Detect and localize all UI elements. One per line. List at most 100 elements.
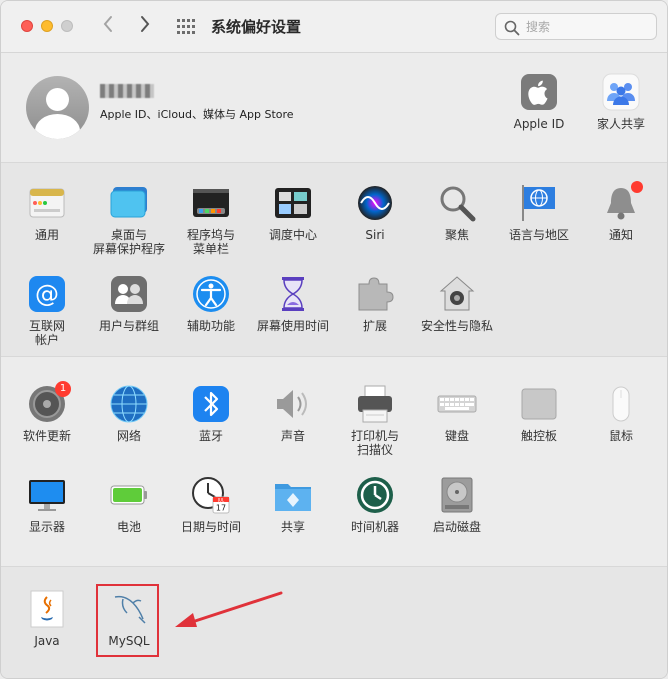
pref-label: Siri xyxy=(365,228,385,242)
chevron-right-icon xyxy=(141,16,150,32)
pref-mouse[interactable]: 鼠标 xyxy=(580,384,662,443)
battery-icon xyxy=(109,475,149,515)
date-time-icon: JUL 17 xyxy=(191,475,231,515)
pref-security-privacy[interactable]: 安全性与隐私 xyxy=(416,274,498,333)
pref-label: 声音 xyxy=(280,429,305,443)
pref-battery[interactable]: 电池 xyxy=(88,475,170,534)
notifications-icon xyxy=(601,181,643,223)
security-privacy-icon xyxy=(437,274,477,314)
network-icon xyxy=(109,384,149,424)
pref-keyboard[interactable]: 键盘 xyxy=(416,384,498,443)
pref-internet-accounts[interactable]: @ 互联网 帐户 xyxy=(6,274,88,347)
keyboard-icon xyxy=(437,384,477,424)
mission-control-icon xyxy=(273,183,313,223)
dock-menubar-icon xyxy=(191,183,231,223)
printers-scanners-icon xyxy=(355,384,395,424)
pref-label: 调度中心 xyxy=(268,228,317,242)
pref-dock-menubar[interactable]: 程序坞与 菜单栏 xyxy=(170,183,252,256)
pref-label: 触控板 xyxy=(520,429,557,443)
pref-sound[interactable]: 声音 xyxy=(252,384,334,443)
pref-label: 日期与时间 xyxy=(180,520,241,534)
pref-network[interactable]: 网络 xyxy=(88,384,170,443)
screen-time-icon xyxy=(273,274,313,314)
pref-label: 屏幕使用时间 xyxy=(256,319,329,333)
pref-apple-id[interactable]: Apple ID xyxy=(498,72,580,131)
displays-icon xyxy=(27,475,67,515)
search-field[interactable] xyxy=(495,13,657,40)
pref-displays[interactable]: 显示器 xyxy=(6,475,88,534)
pref-label: 启动磁盘 xyxy=(432,520,481,534)
mysql-highlight-box xyxy=(96,584,159,657)
pref-extensions[interactable]: 扩展 xyxy=(334,274,416,333)
annotation-arrow-icon xyxy=(175,591,283,627)
pref-label: 共享 xyxy=(280,520,305,534)
close-window-button[interactable] xyxy=(21,20,33,32)
pref-label: 网络 xyxy=(116,429,141,443)
pref-screen-time[interactable]: 屏幕使用时间 xyxy=(252,274,334,333)
pref-general[interactable]: 通用 xyxy=(6,183,88,242)
show-all-grid-button[interactable] xyxy=(177,19,195,35)
account-subtitle: Apple ID、iCloud、媒体与 App Store xyxy=(100,108,294,121)
pref-users-groups[interactable]: 用户与群组 xyxy=(88,274,170,333)
pref-label: 时间机器 xyxy=(350,520,399,534)
system-preferences-window: 系统偏好设置 Apple ID、iCloud、媒体与 App Store App… xyxy=(0,0,668,679)
back-button[interactable] xyxy=(97,15,119,39)
pref-label: 辅助功能 xyxy=(186,319,235,333)
pref-label: 程序坞与 菜单栏 xyxy=(186,228,235,256)
pref-label: 软件更新 xyxy=(22,429,71,443)
pref-label: 通知 xyxy=(608,228,633,242)
pref-label: 蓝牙 xyxy=(198,429,223,443)
time-machine-icon xyxy=(355,475,395,515)
pref-date-time[interactable]: JUL 17 日期与时间 xyxy=(170,475,252,534)
extensions-icon xyxy=(355,274,395,314)
titlebar: 系统偏好设置 xyxy=(1,1,667,53)
accessibility-icon xyxy=(191,274,231,314)
pref-label: 用户与群组 xyxy=(98,319,159,333)
sharing-icon xyxy=(273,475,313,515)
pref-startup-disk[interactable]: 启动磁盘 xyxy=(416,475,498,534)
apple-id-icon xyxy=(519,72,559,112)
bluetooth-icon xyxy=(191,384,231,424)
pref-family-sharing[interactable]: 家人共享 xyxy=(580,72,662,131)
search-icon xyxy=(504,20,520,36)
account-section: Apple ID、iCloud、媒体与 App Store Apple ID 家… xyxy=(1,54,667,163)
pref-label: Apple ID xyxy=(513,117,565,131)
java-icon xyxy=(27,589,67,629)
pref-label: 互联网 帐户 xyxy=(28,319,65,347)
pref-printers-scanners[interactable]: 打印机与 扫描仪 xyxy=(334,384,416,457)
search-input[interactable] xyxy=(526,18,646,36)
users-groups-icon xyxy=(109,274,149,314)
zoom-window-button[interactable] xyxy=(61,20,73,32)
pref-label: 安全性与隐私 xyxy=(420,319,493,333)
pref-software-update[interactable]: 1 软件更新 xyxy=(6,381,88,443)
pref-accessibility[interactable]: 辅助功能 xyxy=(170,274,252,333)
pref-label: Java xyxy=(34,634,60,648)
sound-icon xyxy=(273,384,313,424)
pref-label: 键盘 xyxy=(444,429,469,443)
pref-java[interactable]: Java xyxy=(6,589,88,648)
pref-spotlight[interactable]: 聚焦 xyxy=(416,183,498,242)
pref-time-machine[interactable]: 时间机器 xyxy=(334,475,416,534)
pref-notifications[interactable]: 通知 xyxy=(580,181,662,242)
pref-bluetooth[interactable]: 蓝牙 xyxy=(170,384,252,443)
mouse-icon xyxy=(601,384,641,424)
internet-accounts-icon: @ xyxy=(27,274,67,314)
update-count-badge: 1 xyxy=(55,381,71,397)
avatar[interactable] xyxy=(26,76,89,139)
forward-button[interactable] xyxy=(134,15,156,39)
pref-trackpad[interactable]: 触控板 xyxy=(498,384,580,443)
pref-language-region[interactable]: 语言与地区 xyxy=(498,183,580,242)
svg-text:@: @ xyxy=(35,280,59,308)
pref-sharing[interactable]: 共享 xyxy=(252,475,334,534)
startup-disk-icon xyxy=(437,475,477,515)
trackpad-icon xyxy=(519,384,559,424)
pref-label: 鼠标 xyxy=(608,429,633,443)
pref-mission-control[interactable]: 调度中心 xyxy=(252,183,334,242)
window-title: 系统偏好设置 xyxy=(211,18,302,36)
minimize-window-button[interactable] xyxy=(41,20,53,32)
chevron-left-icon xyxy=(103,16,112,32)
pref-label: 显示器 xyxy=(28,520,65,534)
pref-desktop-screensaver[interactable]: 桌面与 屏幕保护程序 xyxy=(88,183,170,256)
pref-label: 电池 xyxy=(116,520,141,534)
pref-siri[interactable]: Siri xyxy=(334,183,416,242)
